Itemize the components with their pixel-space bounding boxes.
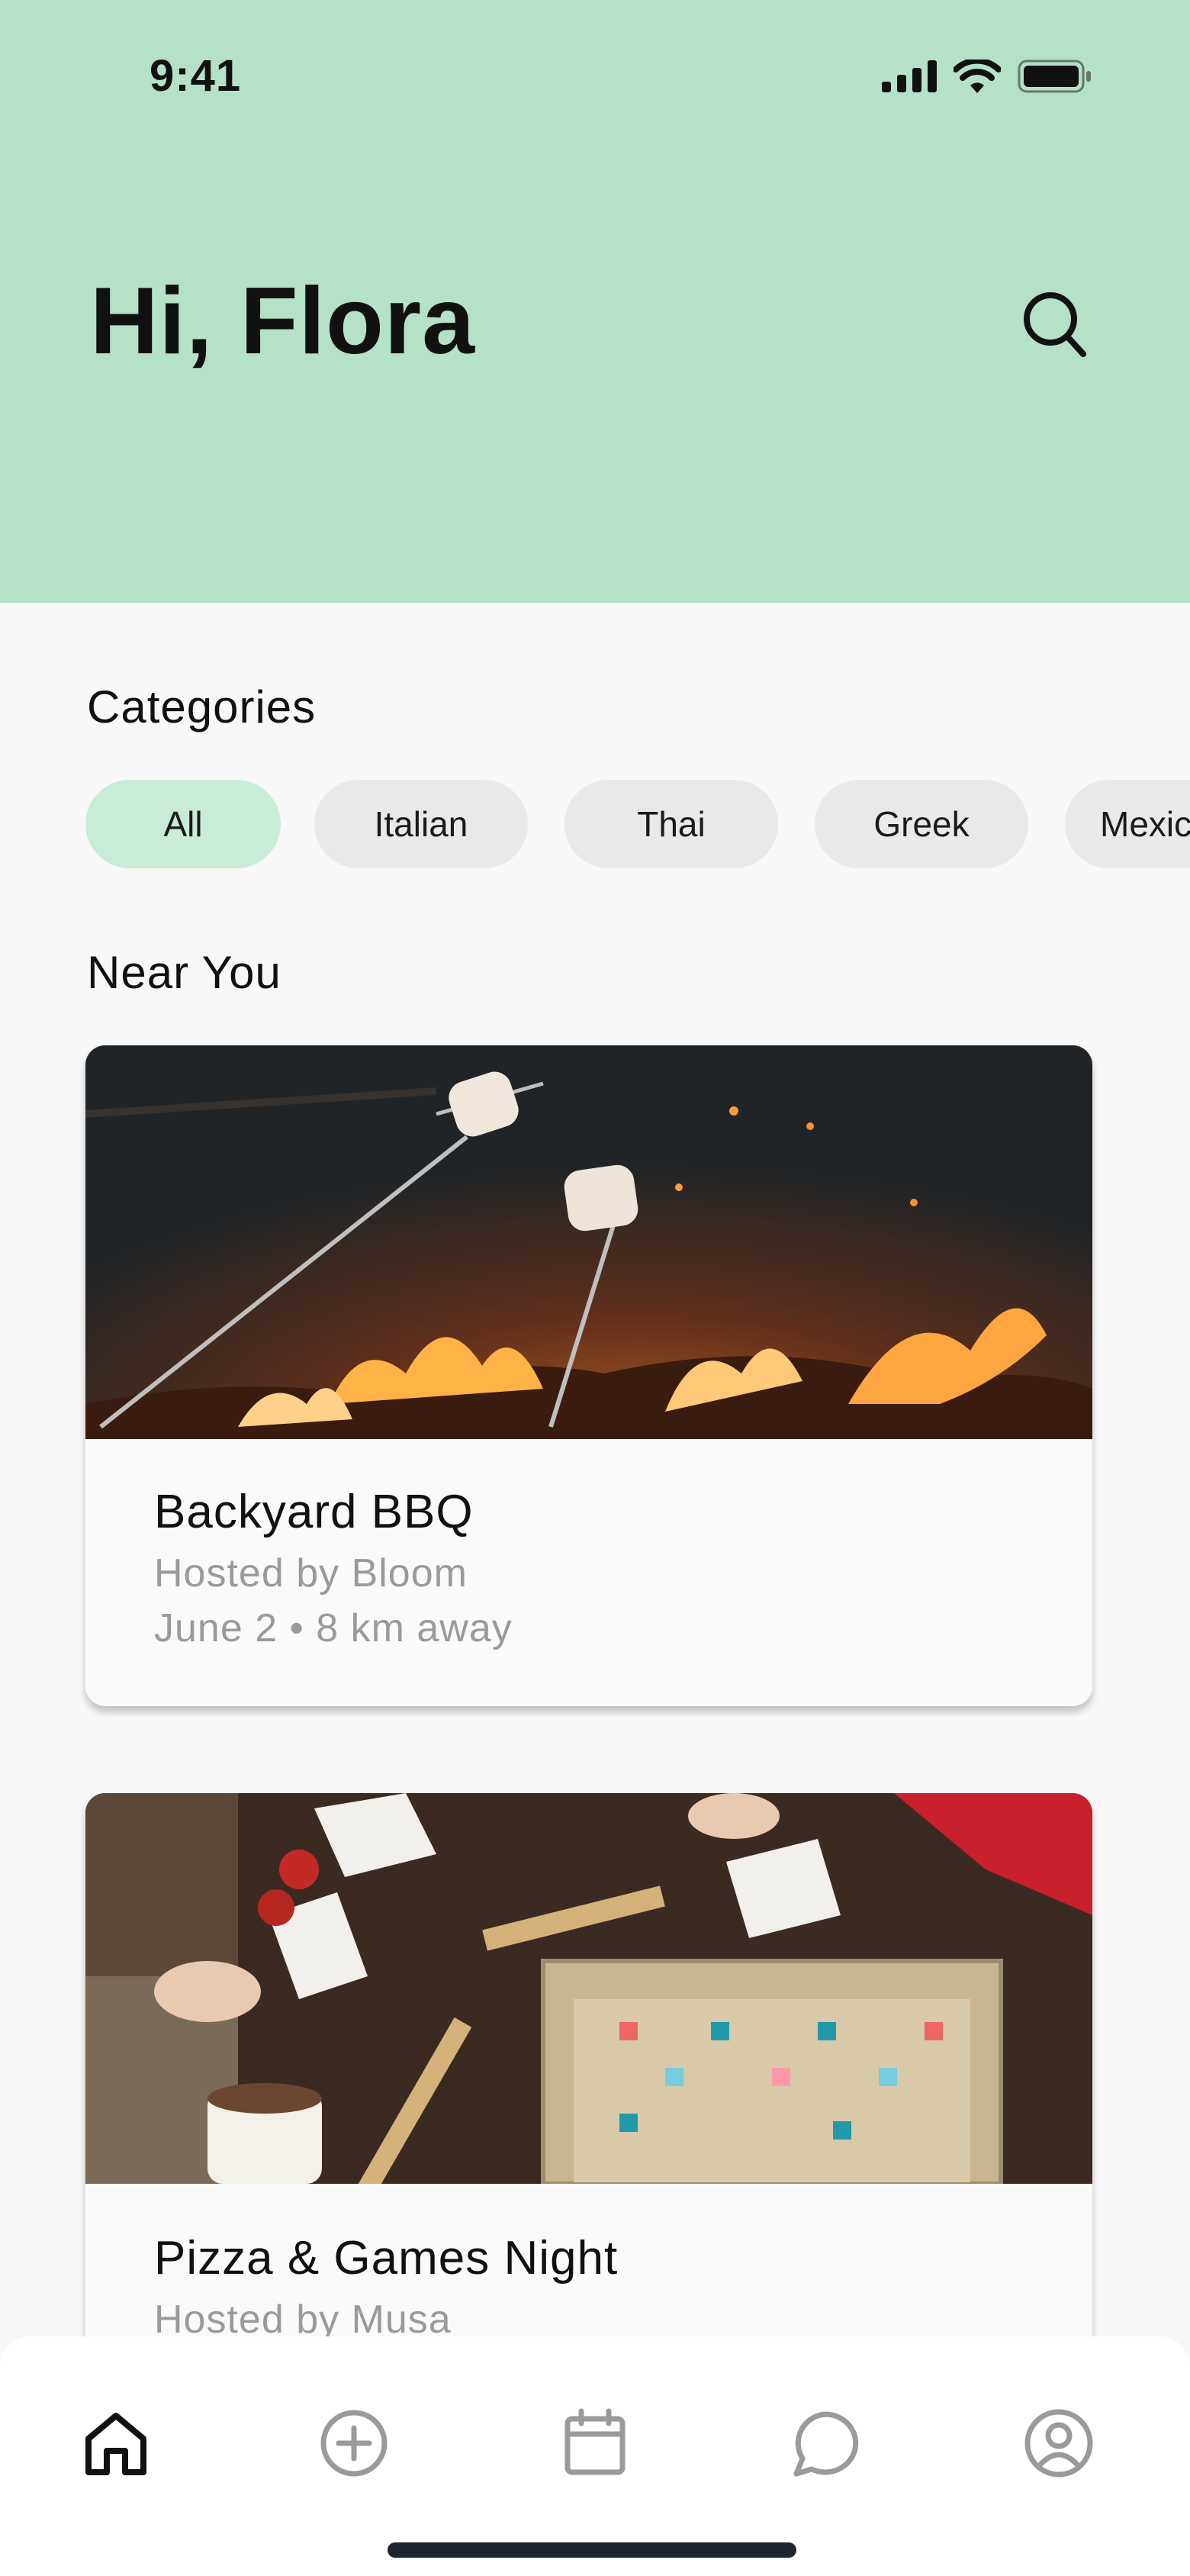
chip-greek[interactable]: Greek xyxy=(815,780,1028,868)
event-host: Hosted by Bloom xyxy=(154,1551,468,1596)
nav-calendar[interactable] xyxy=(557,2405,633,2481)
signal-icon xyxy=(882,60,937,92)
nav-create[interactable] xyxy=(316,2405,392,2481)
board-games-photo xyxy=(85,1793,1092,2184)
calendar-icon xyxy=(564,2408,626,2475)
search-icon xyxy=(1024,292,1086,357)
event-card-pizza-games[interactable]: Pizza & Games Night Hosted by Musa xyxy=(85,1793,1092,2404)
chat-bubble-icon xyxy=(793,2411,859,2477)
near-you-title: Near You xyxy=(87,947,281,998)
status-time: 9:41 xyxy=(150,51,242,101)
home-icon xyxy=(85,2413,146,2475)
wifi-icon xyxy=(954,60,1001,93)
nav-home[interactable] xyxy=(78,2405,154,2481)
home-indicator xyxy=(388,2542,796,2558)
event-meta: June 2 • 8 km away xyxy=(154,1606,513,1650)
greeting-title: Hi, Flora xyxy=(90,269,476,374)
chip-mexican[interactable]: Mexican xyxy=(1065,780,1190,868)
chip-italian[interactable]: Italian xyxy=(314,780,528,868)
status-icons xyxy=(882,60,1092,93)
chip-all[interactable]: All xyxy=(85,780,281,868)
event-host: Hosted by Musa xyxy=(154,2297,452,2342)
category-chips: All Italian Thai Greek Mexican xyxy=(85,780,1190,868)
header: 9:41 Hi, Flora xyxy=(0,0,1190,603)
profile-icon xyxy=(1024,2409,1093,2478)
search-button[interactable] xyxy=(1022,290,1086,359)
chip-thai[interactable]: Thai xyxy=(564,780,778,868)
plus-circle-icon xyxy=(320,2410,388,2477)
campfire-marshmallows-photo xyxy=(85,1045,1092,1439)
battery-icon xyxy=(1018,60,1091,93)
categories-title: Categories xyxy=(87,681,317,733)
nav-messages[interactable] xyxy=(789,2405,865,2481)
nav-profile[interactable] xyxy=(1021,2405,1097,2481)
event-title: Backyard BBQ xyxy=(154,1486,474,1538)
event-card-backyard-bbq[interactable]: Backyard BBQ Hosted by Bloom June 2 • 8 … xyxy=(85,1045,1092,1706)
event-title: Pizza & Games Night xyxy=(154,2232,619,2285)
bottom-nav xyxy=(0,2336,1190,2576)
